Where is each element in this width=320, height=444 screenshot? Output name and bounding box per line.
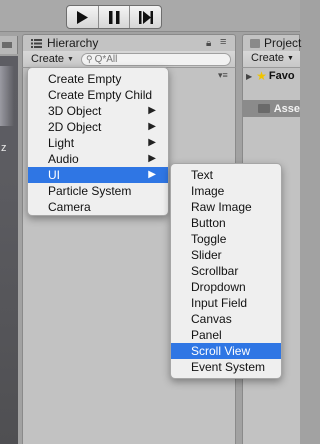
scene-gizmo-glow — [0, 66, 14, 126]
menu-item-light[interactable]: Light ▶ — [28, 135, 168, 151]
folder-icon — [250, 39, 260, 48]
menu-item-event-system[interactable]: Event System — [171, 359, 281, 375]
menu-item-audio[interactable]: Audio ▶ — [28, 151, 168, 167]
menu-item-text[interactable]: Text — [171, 167, 281, 183]
menu-item-input-field[interactable]: Input Field — [171, 295, 281, 311]
star-icon: ★ — [256, 69, 267, 83]
tab-project-label: Project — [264, 36, 302, 50]
create-dropdown-button[interactable]: Create ▼ — [27, 52, 78, 66]
menu-item-label: Dropdown — [191, 280, 246, 294]
menu-item-label: Toggle — [191, 232, 227, 246]
menu-item-label: Input Field — [191, 296, 248, 310]
menu-item-label: UI — [48, 168, 60, 182]
play-button[interactable] — [67, 6, 99, 28]
ui-submenu: Text Image Raw Image Button Toggle Slider Scro… — [170, 163, 282, 379]
menu-item-label: Slider — [191, 248, 222, 262]
menu-item-label: Event System — [191, 360, 266, 374]
tab-hierarchy[interactable]: Hierarchy 🔒︎ ≡ — [22, 34, 236, 51]
pause-icon — [108, 10, 119, 24]
search-icon: ⚲ — [86, 54, 93, 64]
tab-project[interactable]: Project — [242, 34, 302, 51]
playback-controls — [66, 5, 162, 29]
scene-tab-icon — [2, 42, 12, 48]
menu-item-scroll-view[interactable]: Scroll View — [171, 343, 281, 359]
menu-item-label: Create Empty Child — [48, 88, 153, 102]
expand-arrow-icon[interactable]: ▶ — [246, 72, 252, 81]
menu-item-scrollbar[interactable]: Scrollbar — [171, 263, 281, 279]
menu-item-toggle[interactable]: Toggle — [171, 231, 281, 247]
submenu-arrow-icon: ▶ — [148, 121, 156, 132]
search-input[interactable] — [92, 54, 213, 65]
sort-menu-icon[interactable]: ▾≡ — [218, 70, 228, 81]
submenu-arrow-icon: ▶ — [148, 153, 156, 164]
menu-item-label: Scrollbar — [191, 264, 239, 278]
pause-button[interactable] — [99, 6, 131, 28]
menu-item-image[interactable]: Image — [171, 183, 281, 199]
menu-item-label: Camera — [48, 200, 91, 214]
step-icon — [138, 10, 153, 24]
submenu-arrow-icon: ▶ — [148, 169, 156, 180]
project-create-button[interactable]: Create ▼ — [251, 52, 294, 64]
panel-menu-icon[interactable]: ≡ — [220, 36, 226, 48]
step-button[interactable] — [130, 6, 161, 28]
create-button-label: Create — [31, 53, 65, 65]
menu-item-create-empty-child[interactable]: Create Empty Child — [28, 87, 168, 103]
menu-item-particle-system[interactable]: Particle System — [28, 183, 168, 199]
menu-item-create-empty[interactable]: Create Empty — [28, 71, 168, 87]
favorites-label: Favo — [268, 70, 295, 82]
play-icon — [77, 10, 89, 24]
lock-icon[interactable]: 🔒︎ — [206, 38, 211, 49]
menu-item-label: Button — [191, 216, 226, 230]
menu-item-canvas[interactable]: Canvas — [171, 311, 281, 327]
list-icon — [31, 39, 42, 48]
hierarchy-toolbar: Create ▼ ⚲ — [22, 51, 236, 68]
menu-item-label: Raw Image — [191, 200, 252, 214]
folder-icon — [258, 104, 270, 113]
project-toolbar: Create ▼ — [242, 51, 300, 68]
assets-row[interactable]: Asse — [242, 100, 300, 117]
menu-item-label: 2D Object — [48, 120, 102, 134]
chevron-down-icon: ▼ — [67, 55, 74, 63]
menu-item-button[interactable]: Button — [171, 215, 281, 231]
menu-item-3d-object[interactable]: 3D Object ▶ — [28, 103, 168, 119]
menu-item-dropdown[interactable]: Dropdown — [171, 279, 281, 295]
menu-item-2d-object[interactable]: 2D Object ▶ — [28, 119, 168, 135]
scene-axis-label: z — [1, 142, 7, 154]
menu-item-label: Create Empty — [48, 72, 122, 86]
submenu-arrow-icon: ▶ — [148, 137, 156, 148]
favorites-row[interactable]: ▶ ★ Favo — [242, 68, 300, 84]
menu-item-label: Canvas — [191, 312, 232, 326]
menu-item-slider[interactable]: Slider — [171, 247, 281, 263]
project-create-label: Create — [251, 52, 285, 64]
assets-label: Asse — [273, 102, 300, 115]
editor-toolbar — [0, 0, 300, 32]
scene-tab[interactable] — [0, 36, 18, 54]
create-menu: Create Empty Create Empty Child 3D Object ▶… — [27, 67, 169, 216]
scene-panel: z — [0, 32, 18, 444]
menu-item-label: 3D Object — [48, 104, 102, 118]
menu-item-ui[interactable]: UI ▶ — [28, 167, 168, 183]
menu-item-label: Light — [48, 136, 75, 150]
menu-item-panel[interactable]: Panel — [171, 327, 281, 343]
menu-item-label: Panel — [191, 328, 222, 342]
menu-item-camera[interactable]: Camera — [28, 199, 168, 215]
menu-item-label: Audio — [48, 152, 79, 166]
menu-item-label: Image — [191, 184, 225, 198]
scene-viewport[interactable]: z — [0, 56, 18, 444]
menu-item-label: Scroll View — [191, 344, 251, 358]
chevron-down-icon: ▼ — [287, 54, 294, 62]
tab-hierarchy-label: Hierarchy — [47, 36, 99, 50]
hierarchy-search-field[interactable]: ⚲ — [81, 53, 231, 66]
menu-item-label: Particle System — [48, 184, 132, 198]
submenu-arrow-icon: ▶ — [148, 105, 156, 116]
menu-item-label: Text — [191, 168, 214, 182]
menu-item-raw-image[interactable]: Raw Image — [171, 199, 281, 215]
